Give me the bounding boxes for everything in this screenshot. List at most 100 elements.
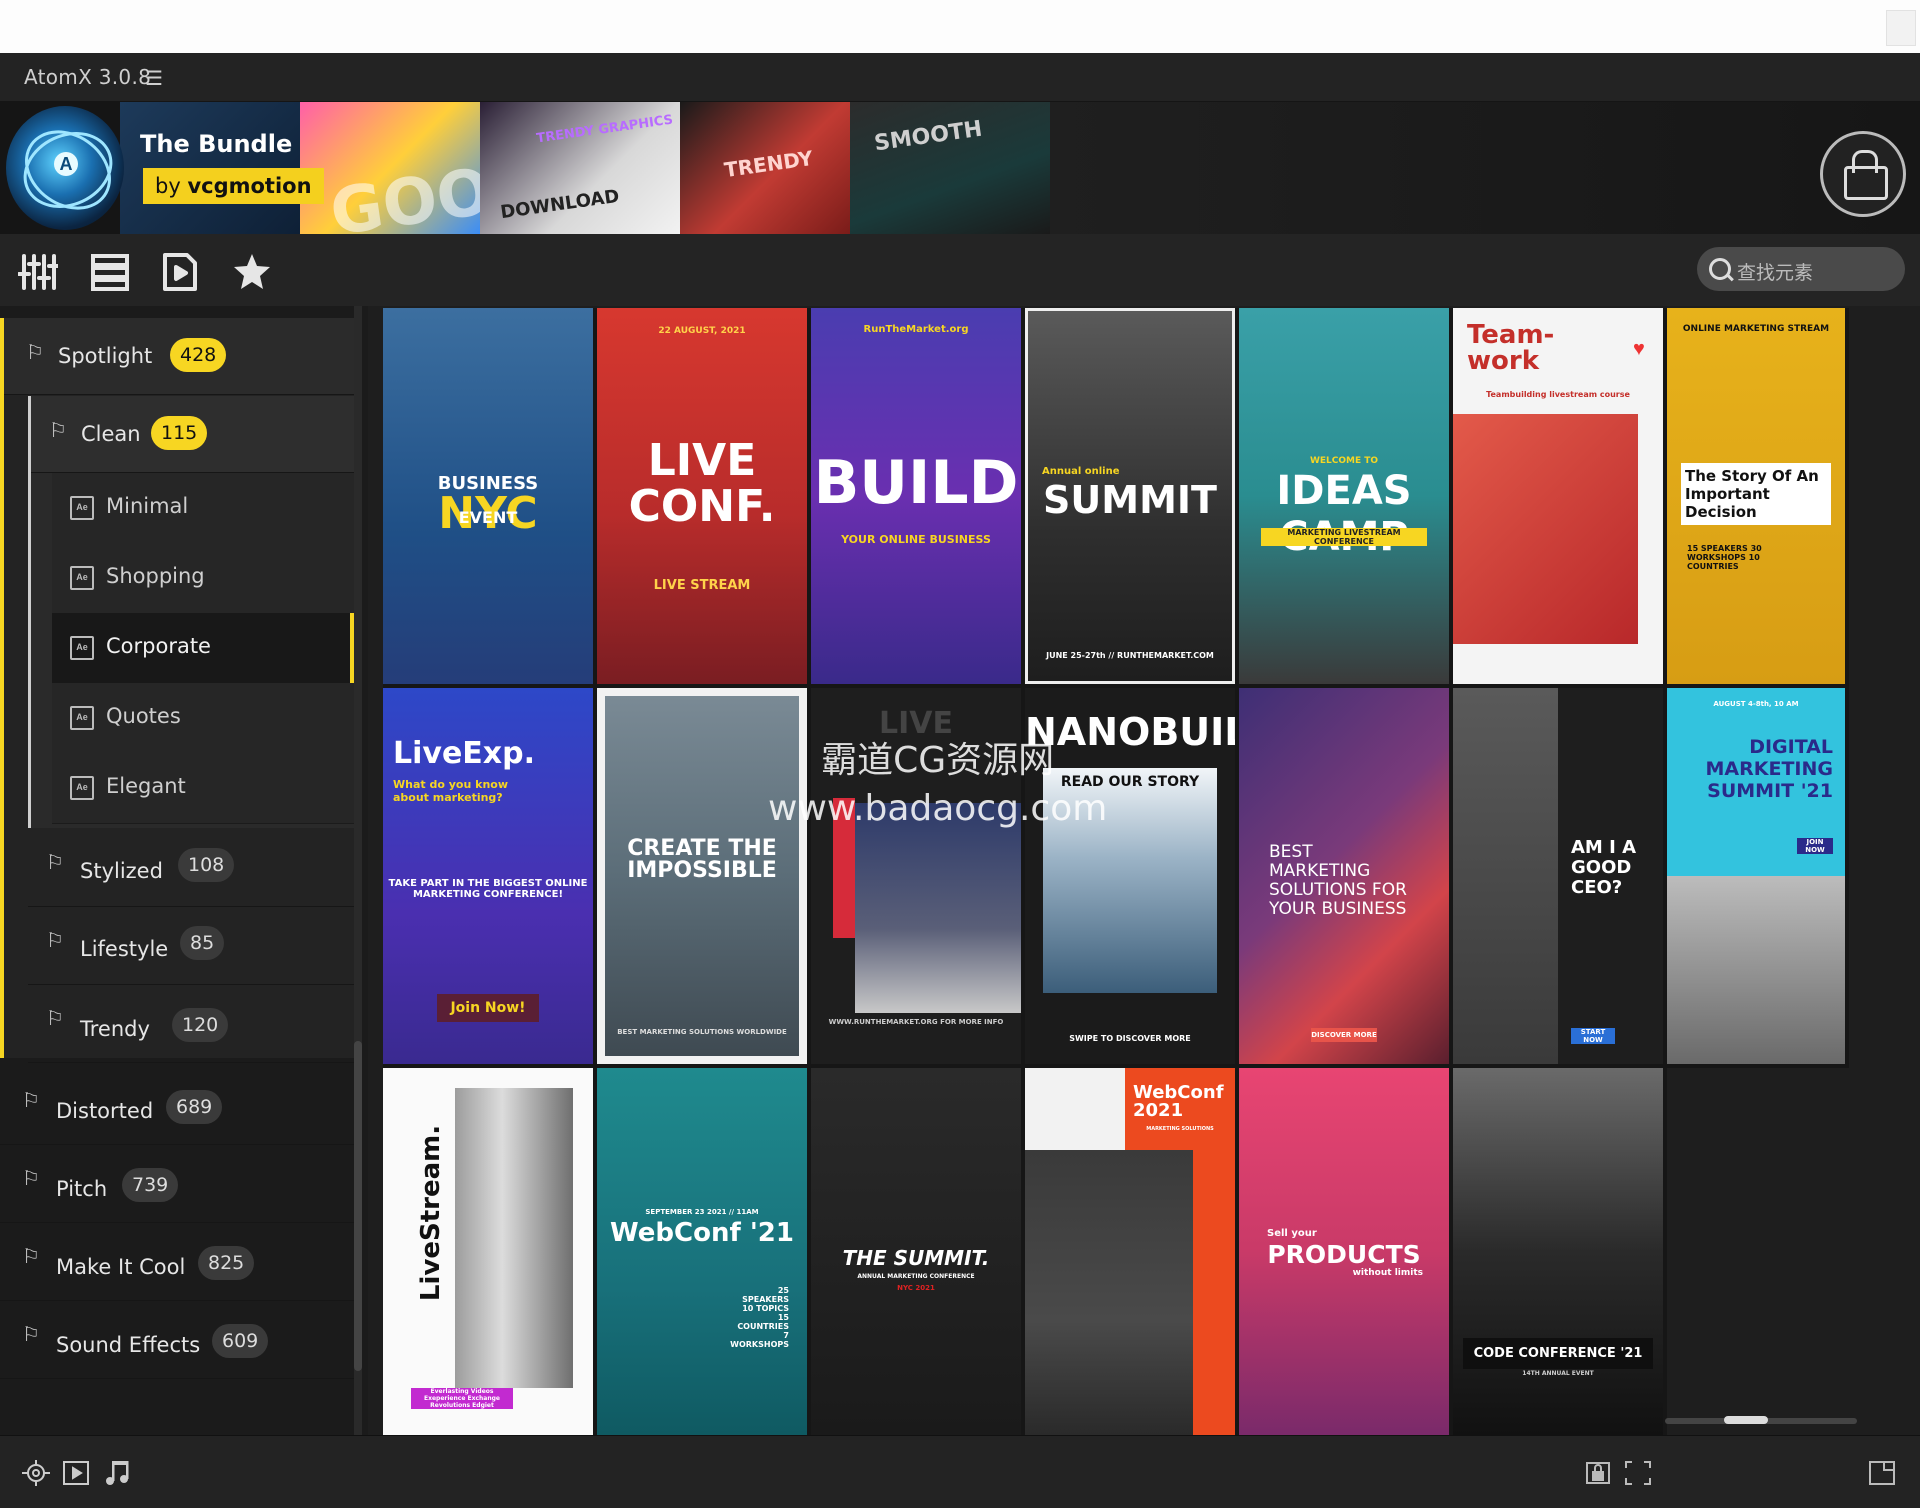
star-icon[interactable] [232,252,272,292]
card-text: SEPTEMBER 23 2021 // 11AM [645,1208,759,1216]
card-text: WebConf 2021 [1133,1082,1224,1121]
template-card[interactable]: Team-work ♥ Teambuilding livestream cour… [1453,308,1663,684]
bundle-banner[interactable]: GOOD TRENDY GRAPHICS DOWNLOAD TRENDY SMO… [0,102,1920,234]
card-text: 22 AUGUST, 2021 [658,326,746,336]
card-text: AM I A GOOD CEO? [1571,837,1637,898]
card-text: 25 SPEAKERS 10 TOPICS 15 COUNTRIES 7 WOR… [730,1286,789,1349]
category-make-it-cool[interactable]: ⚐ Make It Cool 825 [0,1222,354,1301]
card-photo [1025,1150,1193,1435]
template-card[interactable]: THE SUMMIT. ANNUAL MARKETING CONFERENCE … [811,1068,1021,1435]
template-card[interactable]: CODE CONFERENCE '21 14TH ANNUAL EVENT [1453,1068,1663,1435]
card-photo [855,803,1021,1013]
fit-frame-icon[interactable] [1624,1460,1652,1486]
card-photo [455,1088,573,1388]
card-text: CREATE THE IMPOSSIBLE [627,836,777,883]
scrollbar-thumb[interactable] [354,1041,362,1371]
slider-knob[interactable] [1724,1416,1768,1424]
subcategory-quotes[interactable]: Ae Quotes [52,683,354,754]
category-trendy[interactable]: ⚐ Trendy 120 [28,984,354,1063]
list-icon[interactable] [90,252,130,292]
category-label: Stylized [80,859,163,883]
card-text: NYC 2021 [897,1284,935,1292]
card-text: LiveStream. [416,1124,446,1302]
play-box-icon[interactable] [62,1460,90,1486]
template-card[interactable]: BUSINESS NYC EVENT [383,308,593,684]
template-card[interactable]: LiveExp. What do you know about marketin… [383,688,593,1064]
template-card[interactable]: ONLINE MARKETING STREAM The Story Of An … [1667,308,1845,684]
category-spotlight[interactable]: ⚐ Spotlight 428 [4,318,354,395]
template-card[interactable]: BEST MARKETING SOLUTIONS FOR YOUR BUSINE… [1239,688,1449,1064]
lock-icon[interactable] [1584,1460,1612,1486]
template-card[interactable]: SEPTEMBER 23 2021 // 11AM WebConf '21 25… [597,1068,807,1435]
sidebar-scrollbar[interactable] [354,306,362,1435]
category-distorted[interactable]: ⚐ Distorted 689 [0,1066,354,1145]
hamburger-icon[interactable]: ☰ [145,66,163,91]
card-text: SWIPE TO DISCOVER MORE [1069,1034,1191,1043]
count-badge: 689 [166,1090,223,1124]
card-text: MARKETING SOLUTIONS [1146,1126,1214,1132]
shopping-bag-icon[interactable] [1820,131,1906,217]
card-text: What do you know about marketing? [393,778,508,804]
category-stylized[interactable]: ⚐ Stylized 108 [28,828,354,907]
media-file-icon[interactable] [160,252,200,292]
start-now-button[interactable]: START NOW [1571,1028,1615,1044]
count-badge: 825 [198,1246,255,1280]
template-card[interactable]: WebConf 2021 MARKETING SOLUTIONS [1025,1068,1235,1435]
join-now-button[interactable]: JOIN NOW [1797,838,1833,854]
category-label: Clean [81,422,141,446]
card-text: PRODUCTS [1267,1240,1421,1269]
thumbnail-size-slider[interactable] [1665,1416,1857,1424]
subcategory-minimal[interactable]: Ae Minimal [52,473,354,544]
music-note-icon[interactable] [102,1460,130,1486]
category-sound-effects[interactable]: ⚐ Sound Effects 609 [0,1300,354,1379]
category-clean[interactable]: ⚐ Clean 115 [31,396,354,473]
template-grid: BUSINESS NYC EVENT 22 AUGUST, 2021 LIVE … [383,308,1849,1435]
banner-tile-text: TRENDY GRAPHICS [535,112,674,147]
category-lifestyle[interactable]: ⚐ Lifestyle 85 [28,906,354,985]
template-card[interactable]: RunTheMarket.org BUILD YOUR ONLINE BUSIN… [811,308,1021,684]
template-card[interactable]: AUGUST 4-8th, 10 AM DIGITAL MARKETING SU… [1667,688,1845,1064]
card-text: 15 SPEAKERS 30 WORKSHOPS 10 COUNTRIES [1687,544,1762,571]
banner-tile-text: TRENDY [722,145,815,183]
join-now-button[interactable]: Join Now! [437,994,539,1022]
category-label: Spotlight [58,344,153,368]
bundle-title: The Bundle [140,130,293,158]
category-pitch[interactable]: ⚐ Pitch 739 [0,1144,354,1223]
toolbar [0,234,1920,306]
card-text: LiveExp. [393,736,536,771]
discover-more-button[interactable]: DISCOVER MORE [1311,1028,1377,1042]
count-badge: 428 [170,338,227,372]
category-label: Make It Cool [56,1255,186,1279]
search-box[interactable]: 查找元素 [1697,247,1905,291]
template-card[interactable]: Sell your PRODUCTS without limits [1239,1068,1449,1435]
template-card[interactable]: Annual online SUMMIT JUNE 25-27th // RUN… [1025,308,1235,684]
target-icon[interactable] [22,1460,50,1486]
card-text: EVENT [458,508,518,527]
atomx-panel: AtomX 3.0.8 ☰ GOOD TRENDY GRAPHICS DOWNL… [0,53,1920,1508]
search-icon [1709,258,1731,280]
card-text: CODE CONFERENCE '21 [1463,1338,1653,1369]
sliders-icon[interactable] [18,252,58,292]
heart-icon: ♥ [1633,338,1645,360]
template-card[interactable]: WELCOME TO IDEAS CAMP MARKETING LIVESTRE… [1239,308,1449,684]
count-badge: 108 [178,848,235,882]
fullscreen-icon[interactable] [1868,1460,1896,1486]
app-title: AtomX 3.0.8 [24,65,152,89]
card-text: JUNE 25-27th // RUNTHEMARKET.COM [1046,651,1214,660]
subcategory-shopping[interactable]: Ae Shopping [52,543,354,614]
ae-template-icon: Ae [70,496,94,520]
subcategory-elegant[interactable]: Ae Elegant [52,753,354,824]
folder-icon: ⚐ [22,1168,40,1190]
subcategory-corporate[interactable]: Ae Corporate [52,613,354,684]
count-badge: 120 [172,1008,229,1042]
card-text: The Story Of An Important Decision [1681,463,1831,525]
template-card[interactable]: AM I A GOOD CEO? START NOW [1453,688,1663,1064]
ae-template-icon: Ae [70,706,94,730]
card-text: LIVE [879,706,953,741]
watermark: 霸道CG资源网 www.badaocg.com [768,740,1108,829]
search-input[interactable]: 查找元素 [1737,258,1813,285]
corner-square [1886,10,1916,46]
template-card[interactable]: LiveStream. Everlasting Videos Exeperien… [383,1068,593,1435]
template-card[interactable]: 22 AUGUST, 2021 LIVE CONF. LIVE STREAM [597,308,807,684]
card-photo [1453,414,1638,644]
